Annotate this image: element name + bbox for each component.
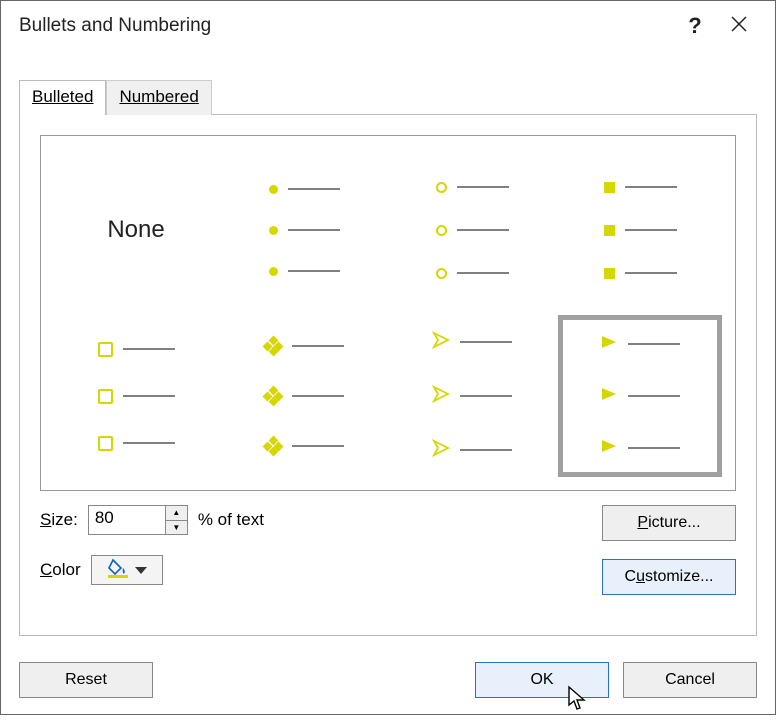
content-area: Bulleted Numbered None bbox=[1, 51, 775, 650]
circle-icon bbox=[436, 182, 447, 193]
size-input[interactable]: 80 ▲ ▼ bbox=[88, 505, 188, 535]
tab-numbered[interactable]: Numbered bbox=[106, 80, 211, 115]
tab-panel: None bbox=[19, 114, 757, 636]
bullet-option-dot[interactable] bbox=[223, 150, 385, 310]
square-filled-icon bbox=[604, 182, 615, 193]
titlebar: Bullets and Numbering ? bbox=[1, 1, 775, 51]
bullet-grid: None bbox=[55, 150, 721, 476]
dialog-window: Bullets and Numbering ? Bulleted Numbere… bbox=[0, 0, 776, 715]
right-controls: Picture... Customize... bbox=[602, 505, 736, 595]
diamond4-icon bbox=[264, 337, 282, 355]
ok-button[interactable]: OK bbox=[475, 662, 609, 698]
bullet-option-square-outline[interactable] bbox=[55, 316, 217, 476]
dialog-title: Bullets and Numbering bbox=[19, 15, 673, 37]
cancel-button[interactable]: Cancel bbox=[623, 662, 757, 698]
paint-bucket-icon bbox=[107, 558, 129, 582]
footer: Reset OK Cancel bbox=[1, 650, 775, 714]
bullet-option-square-filled[interactable] bbox=[559, 150, 721, 310]
bullet-grid-wrap: None bbox=[40, 135, 736, 491]
color-row: Color bbox=[40, 555, 264, 585]
bullet-option-circle[interactable] bbox=[391, 150, 553, 310]
bullet-option-diamond4[interactable] bbox=[223, 316, 385, 476]
chevron-down-icon bbox=[135, 567, 147, 574]
bullet-option-arrow-filled[interactable] bbox=[559, 316, 721, 476]
arrow-filled-icon bbox=[600, 334, 618, 354]
help-button[interactable]: ? bbox=[673, 4, 717, 48]
arrow-outline-icon bbox=[432, 331, 450, 353]
close-icon bbox=[730, 15, 748, 33]
left-controls: Size: 80 ▲ ▼ % of text Color bbox=[40, 505, 264, 585]
controls-row: Size: 80 ▲ ▼ % of text Color bbox=[40, 505, 736, 595]
bullet-option-arrow-outline[interactable] bbox=[391, 316, 553, 476]
size-label: Size: bbox=[40, 510, 78, 530]
size-spinner: ▲ ▼ bbox=[165, 506, 187, 534]
reset-button[interactable]: Reset bbox=[19, 662, 153, 698]
size-spin-down[interactable]: ▼ bbox=[166, 521, 187, 535]
close-button[interactable] bbox=[717, 4, 761, 48]
square-outline-icon bbox=[98, 342, 113, 357]
size-suffix: % of text bbox=[198, 510, 264, 530]
tab-bulleted[interactable]: Bulleted bbox=[19, 80, 106, 115]
none-label: None bbox=[107, 216, 164, 244]
tab-bar: Bulleted Numbered bbox=[19, 79, 757, 114]
color-label: Color bbox=[40, 560, 81, 580]
customize-button[interactable]: Customize... bbox=[602, 559, 736, 595]
cursor-icon bbox=[566, 685, 588, 711]
size-row: Size: 80 ▲ ▼ % of text bbox=[40, 505, 264, 535]
size-value[interactable]: 80 bbox=[89, 506, 165, 534]
dot-icon bbox=[269, 185, 278, 194]
picture-button[interactable]: Picture... bbox=[602, 505, 736, 541]
color-dropdown[interactable] bbox=[91, 555, 163, 585]
size-spin-up[interactable]: ▲ bbox=[166, 506, 187, 521]
bullet-option-none[interactable]: None bbox=[55, 150, 217, 310]
